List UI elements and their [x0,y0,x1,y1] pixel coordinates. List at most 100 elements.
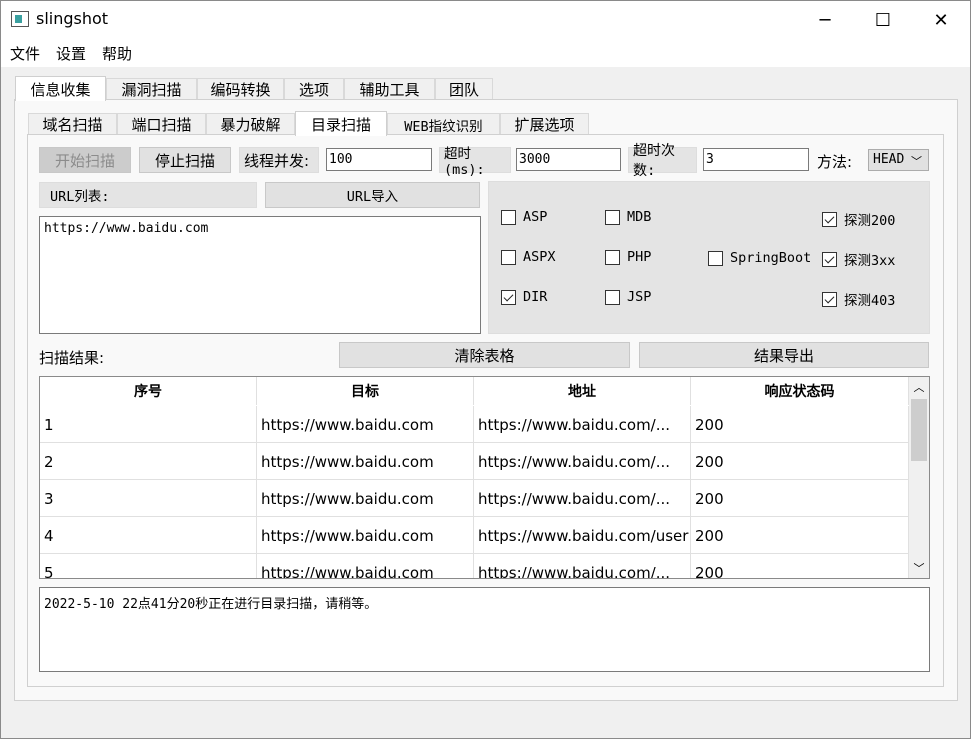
timeout-input[interactable]: 3000 [516,148,621,171]
retries-input[interactable]: 3 [703,148,809,171]
tab-extensions[interactable]: 扩展选项 [500,113,589,135]
cell-index: 4 [40,517,257,554]
checkbox-icon [501,249,516,265]
method-label: 方法: [817,153,853,171]
tab-vuln-scan[interactable]: 漏洞扫描 [106,78,197,100]
column-header-target[interactable]: 目标 [257,377,474,405]
springboot-checkbox[interactable]: SpringBoot [708,250,811,266]
threads-label: 线程并发: [239,147,319,173]
tab-options[interactable]: 选项 [284,78,344,100]
cell-target: https://www.baidu.com [257,517,474,554]
timeout-label: 超时(ms): [439,146,511,178]
window-title: slingshot [36,9,109,28]
stop-scan-button[interactable]: 停止扫描 [139,147,231,173]
url-import-button[interactable]: URL导入 [265,182,480,208]
checkbox-icon [605,289,620,305]
tab-port-scan[interactable]: 端口扫描 [117,113,206,135]
table-header: 序号 目标 地址 响应状态码 [40,377,909,405]
checkbox-icon [605,249,620,265]
minimize-button[interactable]: ─ [796,1,854,39]
cell-address: https://www.baidu.com/... [474,443,691,480]
app-window: slingshot ─ ☐ ✕ 文件 设置 帮助 信息收集 漏洞扫描 编码转换 … [0,0,971,739]
tab-dir-scan[interactable]: 目录扫描 [295,111,387,136]
table-row[interactable]: 3 https://www.baidu.com https://www.baid… [40,480,909,517]
menu-settings[interactable]: 设置 [56,43,86,64]
tab-team[interactable]: 团队 [435,78,493,100]
probe403-checkbox[interactable]: 探测403 [822,289,895,309]
menu-help[interactable]: 帮助 [102,43,132,64]
asp-label: ASP [523,209,548,225]
cell-address: https://www.baidu.com/... [474,406,691,443]
minimize-icon: ─ [819,9,831,31]
mdb-checkbox[interactable]: MDB [605,209,651,225]
cell-index: 1 [40,406,257,443]
php-checkbox[interactable]: PHP [605,249,651,265]
table-row[interactable]: 5 https://www.baidu.com https://www.baid… [40,554,909,578]
probe3xx-label: 探测3xx [844,253,896,269]
tab-brute-force[interactable]: 暴力破解 [206,113,295,135]
tab-info-gathering[interactable]: 信息收集 [15,76,106,101]
jsp-label: JSP [627,289,652,305]
cell-target: https://www.baidu.com [257,406,474,443]
url-list-label: URL列表: [39,182,257,208]
aspx-checkbox[interactable]: ASPX [501,249,556,265]
results-table[interactable]: 序号 目标 地址 响应状态码 1 https://www.baidu.com h… [39,376,930,579]
threads-input[interactable]: 100 [326,148,432,171]
cell-index: 5 [40,554,257,578]
clear-table-button[interactable]: 清除表格 [339,342,630,368]
checkbox-icon [605,209,620,225]
php-label: PHP [627,249,652,265]
tab-encoding[interactable]: 编码转换 [197,78,284,100]
options-group: ASP ASPX DIR MDB PHP JSP SpringBoot 探测20… [488,181,930,334]
tab-domain-scan[interactable]: 域名扫描 [28,113,117,135]
method-select[interactable]: HEAD ﹀ [868,149,929,171]
close-button[interactable]: ✕ [912,1,970,39]
table-row[interactable]: 4 https://www.baidu.com https://www.baid… [40,517,909,554]
dir-checkbox[interactable]: DIR [501,289,547,305]
url-list-textarea[interactable]: https://www.baidu.com [39,216,481,334]
column-header-address[interactable]: 地址 [474,377,691,405]
probe403-label: 探测403 [844,293,896,309]
cell-status: 200 [691,517,909,554]
probe3xx-checkbox[interactable]: 探测3xx [822,249,895,269]
scroll-up-icon[interactable]: ︿ [909,378,929,396]
maximize-button[interactable]: ☐ [854,1,912,39]
vertical-scrollbar[interactable]: ︿ ﹀ [909,377,929,578]
scan-results-label: 扫描结果: [39,349,105,367]
asp-checkbox[interactable]: ASP [501,209,547,225]
close-icon: ✕ [933,9,949,31]
log-output[interactable]: 2022-5-10 22点41分20秒正在进行目录扫描，请稍等。 [39,587,930,672]
menu-file[interactable]: 文件 [10,43,40,64]
cell-address: https://www.baidu.com/... [474,480,691,517]
cell-target: https://www.baidu.com [257,554,474,578]
table-row[interactable]: 1 https://www.baidu.com https://www.baid… [40,406,909,443]
aspx-label: ASPX [523,249,556,265]
checkbox-checked-icon [501,289,516,305]
probe200-checkbox[interactable]: 探测200 [822,209,895,229]
checkbox-checked-icon [822,251,837,267]
checkbox-checked-icon [822,291,837,307]
cell-target: https://www.baidu.com [257,443,474,480]
start-scan-button[interactable]: 开始扫描 [39,147,131,173]
cell-target: https://www.baidu.com [257,480,474,517]
checkbox-checked-icon [822,211,837,227]
tab-web-fingerprint[interactable]: WEB指纹识别 [387,113,500,135]
scrollbar-thumb[interactable] [911,399,927,461]
app-icon [11,11,29,27]
checkbox-icon [708,250,723,266]
checkbox-icon [501,209,516,225]
cell-status: 200 [691,443,909,480]
cell-address: https://www.baidu.com/... [474,554,691,578]
cell-status: 200 [691,406,909,443]
jsp-checkbox[interactable]: JSP [605,289,651,305]
method-value: HEAD [873,152,905,167]
column-header-status[interactable]: 响应状态码 [691,377,909,405]
scroll-down-icon[interactable]: ﹀ [909,559,929,577]
cell-index: 2 [40,443,257,480]
export-results-button[interactable]: 结果导出 [639,342,929,368]
maximize-icon: ☐ [874,9,892,31]
column-header-index[interactable]: 序号 [40,377,257,405]
tab-tools[interactable]: 辅助工具 [344,78,435,100]
table-row[interactable]: 2 https://www.baidu.com https://www.baid… [40,443,909,480]
cell-status: 200 [691,554,909,578]
